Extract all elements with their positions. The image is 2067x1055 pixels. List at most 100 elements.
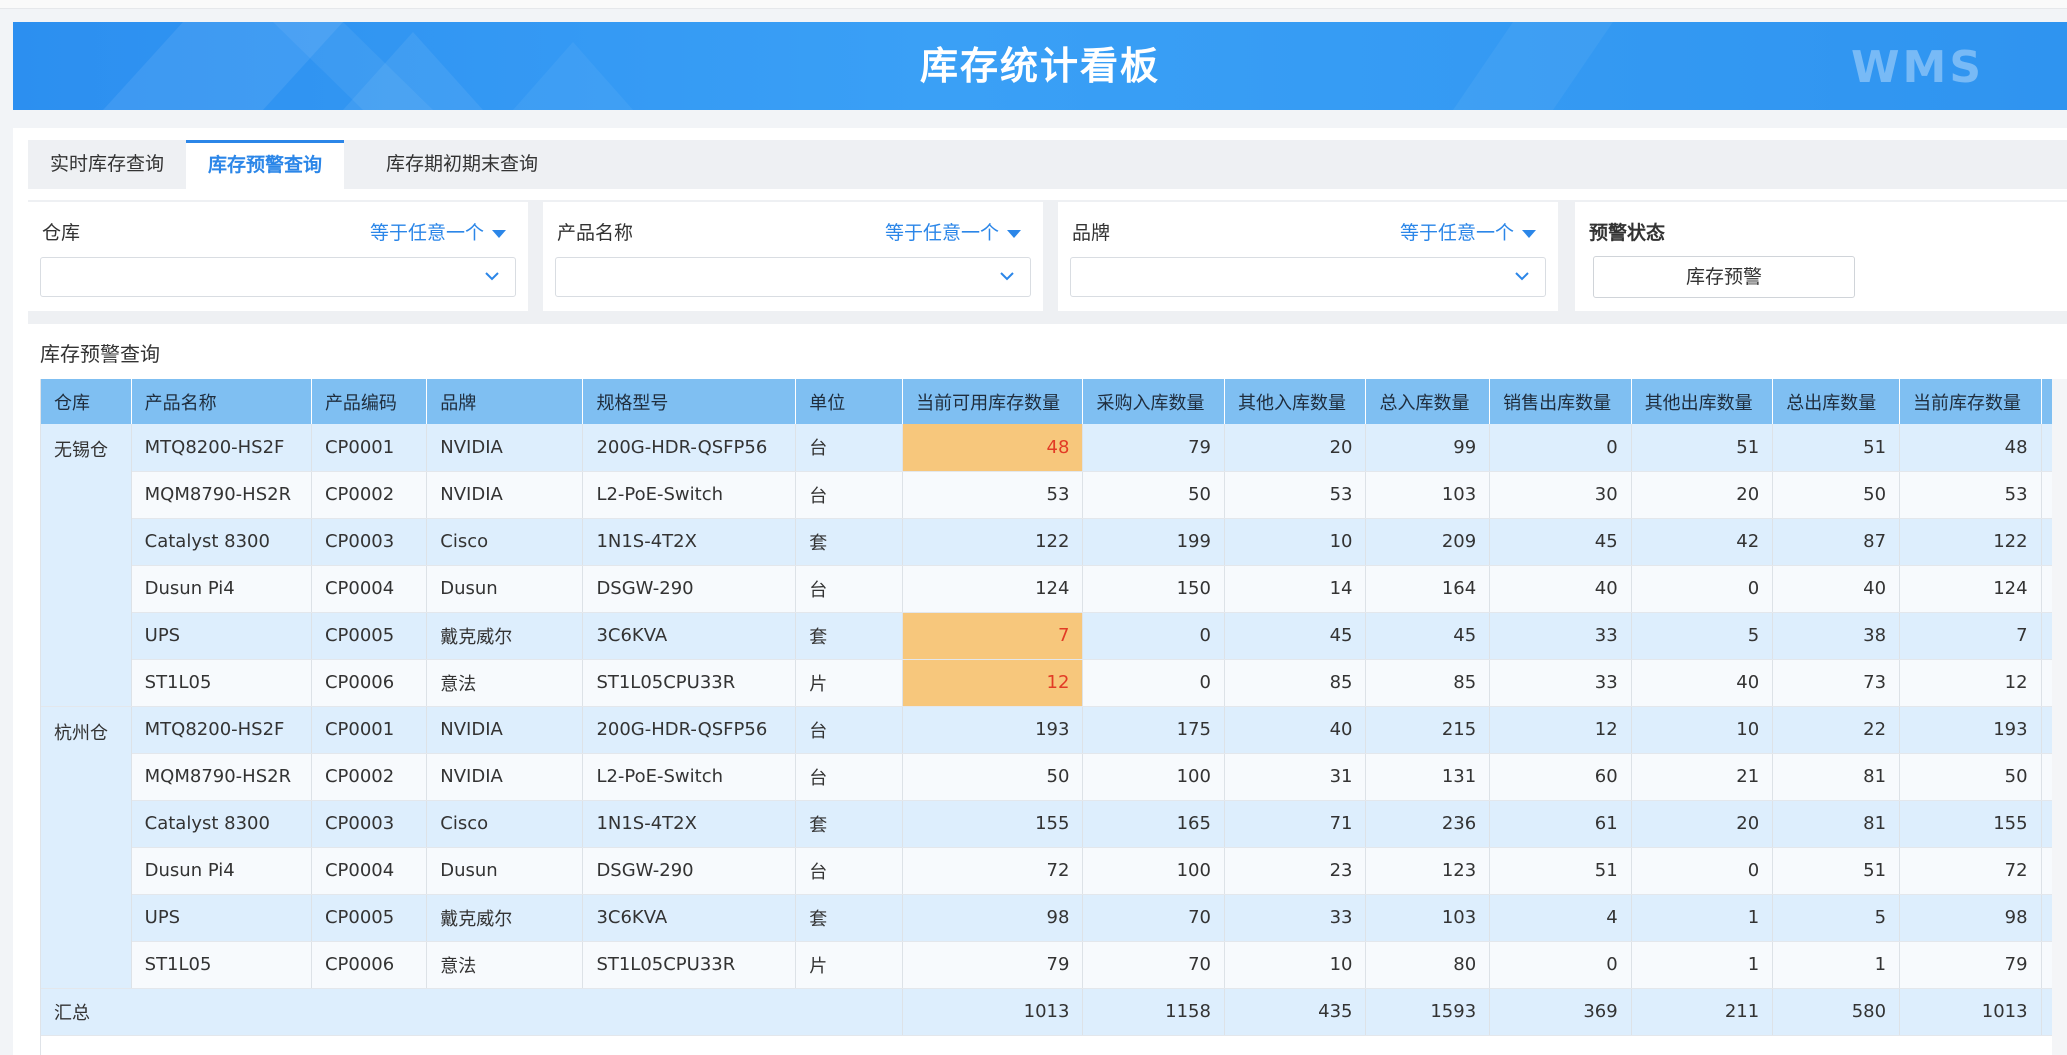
table-cell: MTQ8200-HS2F <box>131 424 312 472</box>
table-cell: 33 <box>1489 659 1632 707</box>
table-cell: 戴克威尔 <box>426 894 584 942</box>
table-row[interactable]: UPS CP0005 戴克威尔 3C6KVA 套 7 0 45 45 33 5 38 7 <box>41 612 2053 660</box>
table-cell: 片 <box>795 659 904 707</box>
total-cell: 369 <box>1489 988 1632 1036</box>
table-cell: MTQ8200-HS2F <box>131 706 312 754</box>
column-header[interactable]: 其他入库数量 <box>1224 379 1367 424</box>
table-cell: 1 <box>1631 941 1774 989</box>
table-cell: 175 <box>1082 706 1225 754</box>
table-cell: 71 <box>1224 800 1367 848</box>
table-cell: 3C6KVA <box>582 612 797 660</box>
table-cell: Cisco <box>426 518 584 566</box>
table-cell: 10 <box>1224 518 1367 566</box>
table-cell: 51 <box>1772 424 1901 472</box>
inventory-warning-button[interactable]: 库存预警 <box>1593 256 1855 298</box>
column-header[interactable]: 总出库数量 <box>1772 379 1901 424</box>
inventory-warning-table: 仓库 产品名称 产品编码 品牌 规格型号 单位 当前可用库存数量 采购入库数量 其他入库数量 总入… <box>41 379 2053 1036</box>
table-cell: 台 <box>795 847 904 895</box>
column-header[interactable]: 总入库数量 <box>1365 379 1491 424</box>
table-cell: 53 <box>1224 471 1367 519</box>
tab-inventory-warning[interactable]: 库存预警查询 <box>186 140 345 189</box>
table-row[interactable]: 无锡仓 MTQ8200-HS2F CP0001 NVIDIA 200G-HDR-QSFP… <box>41 424 2053 707</box>
inventory-table-container: 仓库 产品名称 产品编码 品牌 规格型号 单位 当前可用库存数量 采购入库数量 其他入库数量 总入… <box>40 379 2053 1055</box>
table-cell: L2-PoE-Switch <box>582 471 797 519</box>
table-cell: 193 <box>902 706 1084 754</box>
table-row[interactable]: Dusun Pi4 CP0004 Dusun DSGW-290 台 72 100 23 123 5… <box>41 847 2053 895</box>
column-header[interactable]: 采购入库数量 <box>1082 379 1225 424</box>
filter-product: 产品名称 等于任意一个 <box>543 202 1043 311</box>
column-header[interactable]: 其他出库数量 <box>1631 379 1774 424</box>
table-cell: 片 <box>795 941 904 989</box>
total-row: 汇总 1013 1158 435 1593 369 211 580 1013 <box>41 988 2053 1036</box>
table-cell: 70 <box>1082 894 1225 942</box>
table-cell: 70 <box>1082 941 1225 989</box>
table-cell: 60 <box>1489 753 1632 801</box>
vertical-scrollbar[interactable] <box>2052 379 2067 1055</box>
table-cell: 台 <box>795 753 904 801</box>
table-row[interactable]: MQM8790-HS2R CP0002 NVIDIA L2-PoE-Switch 台 50… <box>41 753 2053 801</box>
table-cell: 50 <box>902 753 1084 801</box>
table-cell: 103 <box>1365 471 1491 519</box>
table-cell: 193 <box>1899 706 2042 754</box>
table-row[interactable]: ST1L05 CP0006 意法 ST1L05CPU33R 片 12 0 85 85 33 40 73… <box>41 659 2053 707</box>
table-cell: 72 <box>902 847 1084 895</box>
table-cell: 200G-HDR-QSFP56 <box>582 706 797 754</box>
table-cell: 80 <box>1365 941 1491 989</box>
table-cell: 155 <box>902 800 1084 848</box>
table-cell: 30 <box>1489 471 1632 519</box>
table-cell: 100 <box>1082 847 1225 895</box>
column-header[interactable]: 产品编码 <box>311 379 428 424</box>
table-cell: 123 <box>1365 847 1491 895</box>
filter-warehouse-operator[interactable]: 等于任意一个 <box>370 218 506 245</box>
table-cell: Catalyst 8300 <box>131 800 312 848</box>
table-cell: NVIDIA <box>426 424 584 472</box>
table-row[interactable]: MQM8790-HS2R CP0002 NVIDIA L2-PoE-Switch 台 53… <box>41 471 2053 519</box>
table-cell: 10 <box>1631 706 1774 754</box>
table-cell: 1N1S-4T2X <box>582 518 797 566</box>
column-header[interactable]: 规格型号 <box>582 379 797 424</box>
column-header[interactable]: 产品名称 <box>131 379 312 424</box>
table-row[interactable]: UPS CP0005 戴克威尔 3C6KVA 套 98 70 33 103 4 1 5 98 <box>41 894 2053 942</box>
table-cell: 31 <box>1224 753 1367 801</box>
table-row[interactable]: Catalyst 8300 CP0003 Cisco 1N1S-4T2X 套 155 165… <box>41 800 2053 848</box>
table-cell: 意法 <box>426 659 584 707</box>
table-cell: 5 <box>1631 612 1774 660</box>
filter-warning-status: 预警状态 库存预警 <box>1575 202 2067 311</box>
table-row[interactable]: Dusun Pi4 CP0004 Dusun DSGW-290 台 124 150 14 164… <box>41 565 2053 613</box>
warehouse-select[interactable] <box>40 257 516 297</box>
table-cell: NVIDIA <box>426 706 584 754</box>
column-header[interactable]: 品牌 <box>426 379 584 424</box>
table-cell: CP0003 <box>311 518 428 566</box>
table-cell: Dusun Pi4 <box>131 565 312 613</box>
table-row[interactable]: ST1L05 CP0006 意法 ST1L05CPU33R 片 79 70 10 80 0 1 1 79 <box>41 941 2053 989</box>
table-cell: 意法 <box>426 941 584 989</box>
table-row[interactable]: Catalyst 8300 CP0003 Cisco 1N1S-4T2X 套 122 199… <box>41 518 2053 566</box>
page-title: 库存统计看板 <box>919 44 1160 88</box>
table-cell: ST1L05CPU33R <box>582 941 797 989</box>
table-cell: DSGW-290 <box>582 565 797 613</box>
column-header[interactable]: 仓库 <box>41 379 132 424</box>
brand-select[interactable] <box>1070 257 1546 297</box>
warning-stock-cell: 7 <box>902 612 1084 660</box>
tab-period-inventory[interactable]: 库存期初期末查询 <box>364 140 560 189</box>
table-cell: 1 <box>1631 894 1774 942</box>
column-header[interactable]: 销售出库数量 <box>1489 379 1632 424</box>
column-header[interactable]: 当前可用库存数量 <box>902 379 1084 424</box>
table-cell: Cisco <box>426 800 584 848</box>
table-cell: 85 <box>1224 659 1367 707</box>
column-header[interactable]: 当前库存数量 <box>1899 379 2042 424</box>
table-cell: 套 <box>795 800 904 848</box>
filter-product-operator[interactable]: 等于任意一个 <box>885 218 1021 245</box>
table-cell: CP0002 <box>311 471 428 519</box>
table-cell: Dusun <box>426 847 584 895</box>
product-select[interactable] <box>555 257 1031 297</box>
caret-down-icon <box>1007 229 1021 238</box>
table-cell: 45 <box>1365 612 1491 660</box>
table-row[interactable]: 杭州仓 MTQ8200-HS2F CP0001 NVIDIA 200G-HDR-QSFP… <box>41 706 2053 989</box>
table-cell: 0 <box>1082 659 1225 707</box>
filter-brand-operator[interactable]: 等于任意一个 <box>1400 218 1536 245</box>
table-cell: 0 <box>1082 612 1225 660</box>
column-header[interactable]: 单位 <box>795 379 904 424</box>
table-cell: MQM8790-HS2R <box>131 471 312 519</box>
tab-realtime-inventory[interactable]: 实时库存查询 <box>28 140 186 189</box>
